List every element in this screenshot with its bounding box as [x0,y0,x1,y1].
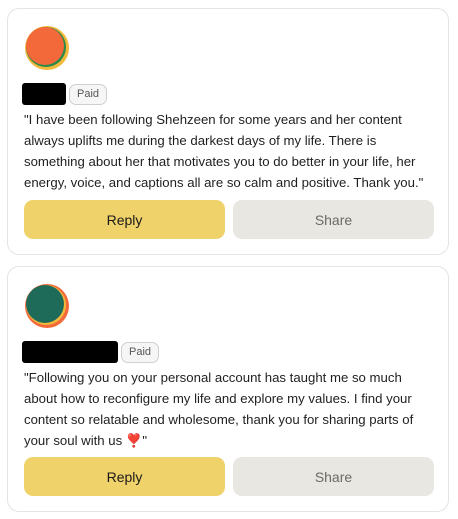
reply-button[interactable]: Reply [24,457,225,496]
reply-button[interactable]: Reply [24,200,225,239]
paid-badge: Paid [121,341,160,363]
redacted-username [22,341,118,363]
comment-text-body: "Following you on your personal account … [24,370,414,448]
commenter-row: Paid [22,341,160,363]
avatar [25,284,69,328]
share-button[interactable]: Share [233,200,434,239]
avatar [25,26,69,70]
comment-text: "Following you on your personal account … [24,367,434,451]
comment-card: Paid "Following you on your personal acc… [7,266,449,512]
comment-text-end: " [142,433,147,448]
heart-emoji-icon: ❣️ [125,433,143,448]
comment-card: Paid "I have been following Shehzeen for… [7,8,449,255]
paid-badge: Paid [69,83,108,105]
commenter-row: Paid [22,83,108,105]
share-button[interactable]: Share [233,457,434,496]
comment-text: "I have been following Shehzeen for some… [24,112,424,190]
redacted-username [22,83,66,105]
